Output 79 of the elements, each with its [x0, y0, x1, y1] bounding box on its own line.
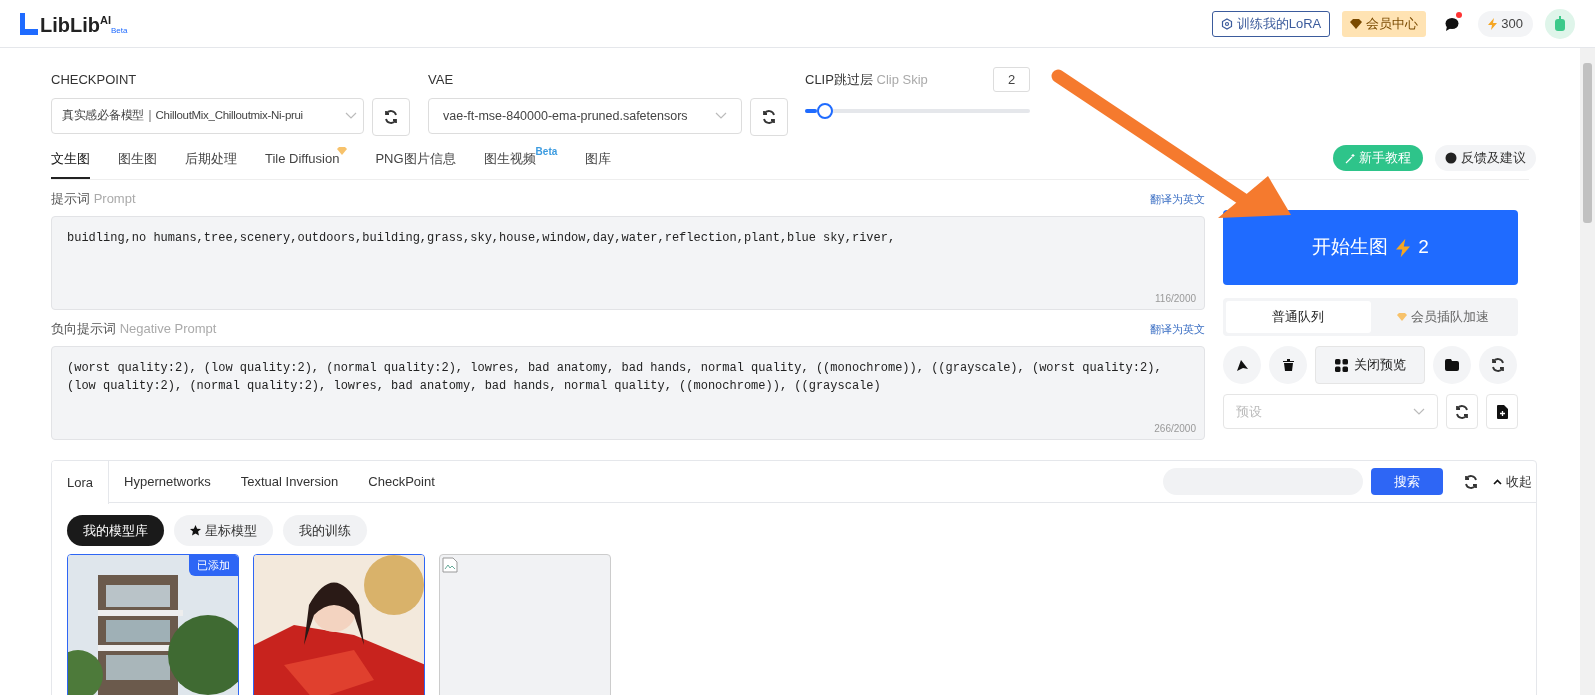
- mode-tab[interactable]: 后期处理: [185, 147, 237, 179]
- model-type-tab[interactable]: Hypernetworks: [109, 461, 226, 503]
- collapse-button[interactable]: 收起: [1493, 471, 1532, 492]
- train-lora-button[interactable]: 训练我的LoRA: [1211, 10, 1331, 37]
- gem-icon: [337, 147, 348, 155]
- refresh-icon: [383, 109, 399, 125]
- refresh-button[interactable]: [750, 98, 788, 136]
- feedback-button[interactable]: 反馈及建议: [1435, 145, 1536, 171]
- filter-pill[interactable]: 我的模型库: [67, 515, 164, 546]
- prompt-text: (worst quality:2), (low quality:2), (normal quality:2), lowres, bad anatomy, bad hands, normal quality, ((monochrome)), ((grayscale), (worst quality:2), (low quality:2), (normal quality:2), lowres, bad anatomy, bad hands, normal quality, ((monochrome)), ((grayscale): [67, 360, 1163, 395]
- beta-label: Beta: [535, 147, 558, 157]
- file-add-icon: [1496, 404, 1508, 419]
- mode-tab[interactable]: PNG图片信息: [375, 147, 456, 179]
- generate-button[interactable]: 开始生图 2: [1223, 210, 1518, 285]
- clip-skip-label: CLIP跳过层 Clip Skip: [805, 70, 928, 89]
- folder-button[interactable]: [1433, 346, 1471, 384]
- refresh-icon: [761, 109, 777, 125]
- mode-tab[interactable]: 图库: [585, 147, 612, 179]
- beta-label: Beta: [111, 26, 128, 35]
- clip-skip-slider[interactable]: [805, 103, 1030, 119]
- chevron-down-icon: [345, 112, 357, 120]
- broken-image-icon: [442, 557, 458, 573]
- prompt-text: buidling,no humans,tree,scenery,outdoors,building,grass,sky,house,window,day,water,reflection,plant,blue sky,river,: [67, 230, 897, 247]
- lightning-icon: [1488, 17, 1498, 30]
- logo-text: LibLib: [40, 14, 100, 35]
- scrollbar[interactable]: [1580, 48, 1595, 695]
- checkpoint-select[interactable]: 真实感必备模型｜ChilloutMix_Chilloutmix-Ni-prui: [51, 98, 364, 134]
- clip-skip-input[interactable]: 2: [993, 67, 1030, 92]
- refresh-button[interactable]: [1446, 394, 1479, 429]
- prompt-textarea[interactable]: buidling,no humans,tree,scenery,outdoors,building,grass,sky,house,window,day,water,reflection,plant,blue sky,river, 116/2000: [51, 216, 1205, 310]
- grid-icon: [1334, 358, 1348, 372]
- prompt-label: 提示词 Prompt: [51, 190, 136, 209]
- model-type-tab[interactable]: Lora: [52, 461, 110, 504]
- mode-tab[interactable]: Tile Diffusion: [265, 147, 348, 179]
- character-count: 116/2000: [1155, 292, 1196, 306]
- queue-tab[interactable]: 普通队列: [1226, 301, 1371, 333]
- character-count: 266/2000: [1154, 422, 1196, 436]
- translate-link[interactable]: 翻译为英文: [1150, 320, 1205, 338]
- mode-tab[interactable]: 文生图: [51, 147, 90, 179]
- filter-pill[interactable]: 星标模型: [174, 515, 273, 546]
- gem-icon: [1396, 313, 1407, 321]
- logo-superscript: AI: [100, 14, 111, 26]
- lightning-icon: [1396, 237, 1411, 258]
- diamond-icon: [1350, 18, 1363, 29]
- points-button[interactable]: 300: [1478, 10, 1533, 37]
- send-button[interactable]: [1223, 346, 1261, 384]
- refresh-icon: [1490, 357, 1506, 373]
- chevron-up-icon: [1493, 478, 1502, 485]
- mode-tab[interactable]: 图生图: [118, 147, 157, 179]
- star-icon: [190, 525, 201, 536]
- refresh-button[interactable]: [1479, 346, 1517, 384]
- robot-icon: [1554, 15, 1566, 32]
- scrollbar-thumb[interactable]: [1583, 63, 1592, 223]
- file-button[interactable]: [1486, 394, 1518, 429]
- added-badge: 已添加: [189, 555, 238, 576]
- search-button[interactable]: 搜索: [1371, 468, 1443, 495]
- logo-icon: [20, 12, 38, 35]
- vae-select[interactable]: vae-ft-mse-840000-ema-pruned.safetensors: [428, 98, 742, 134]
- translate-link[interactable]: 翻译为英文: [1150, 190, 1205, 208]
- refresh-icon: [1463, 473, 1479, 490]
- close-preview-button[interactable]: 关闭预览: [1315, 346, 1425, 384]
- model-type-tab[interactable]: CheckPoint: [353, 461, 450, 503]
- prompt-label: 负向提示词 Negative Prompt: [51, 320, 217, 339]
- refresh-button[interactable]: [372, 98, 410, 136]
- prompt-textarea[interactable]: [51, 346, 1205, 440]
- vip-center-button[interactable]: 会员中心: [1342, 10, 1427, 37]
- delete-button[interactable]: [1269, 346, 1307, 384]
- filter-pill[interactable]: 我的训练: [283, 515, 367, 546]
- chevron-down-icon: [715, 112, 727, 120]
- model-type-tab[interactable]: Textual Inversion: [225, 461, 354, 503]
- slider-thumb[interactable]: [817, 103, 834, 119]
- chevron-down-icon: [1413, 407, 1426, 416]
- trash-icon: [1282, 359, 1294, 371]
- checkpoint-label: CHECKPOINT: [51, 71, 138, 89]
- folder-icon: [1445, 359, 1459, 371]
- send-icon: [1235, 358, 1249, 372]
- vae-label: VAE: [428, 71, 455, 89]
- queue-tab[interactable]: 会员插队加速: [1370, 301, 1515, 333]
- refresh-icon: [1454, 403, 1471, 420]
